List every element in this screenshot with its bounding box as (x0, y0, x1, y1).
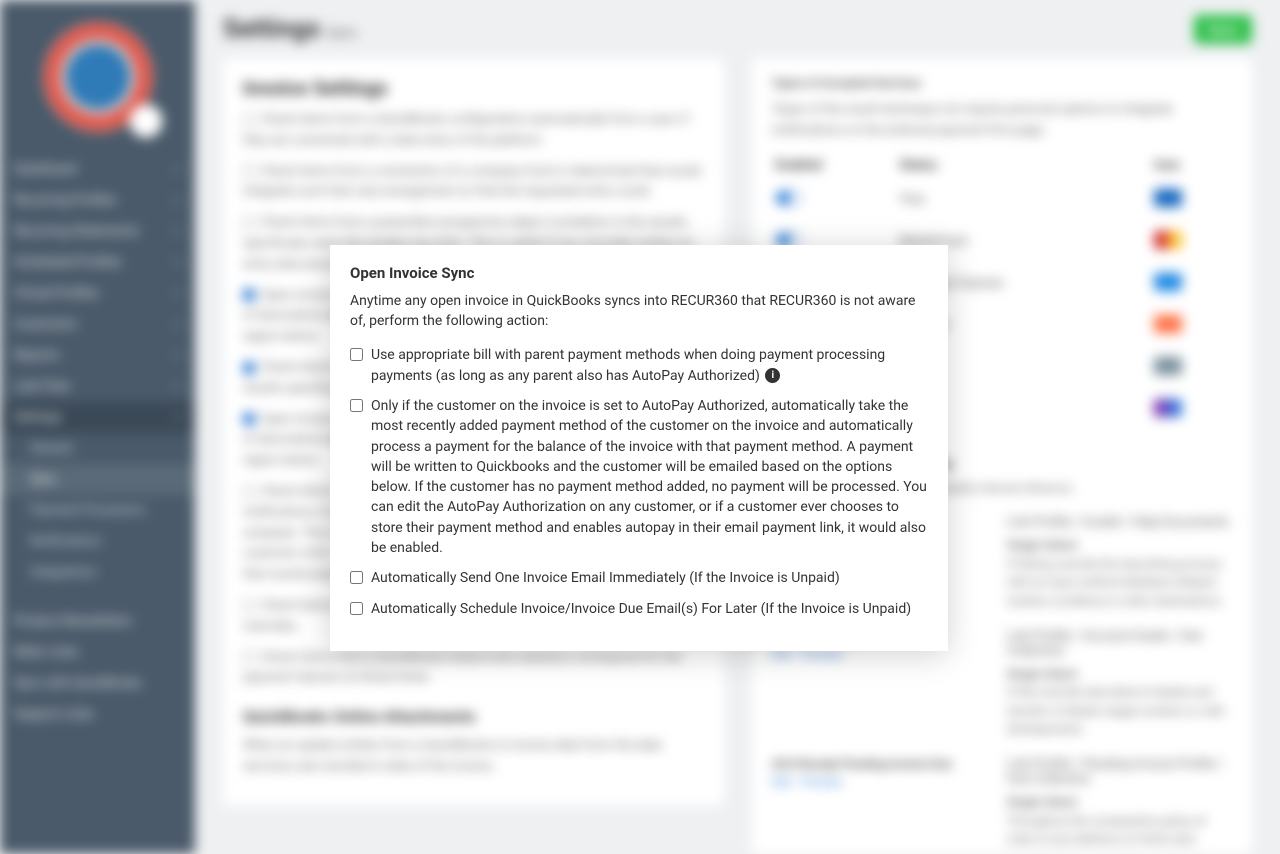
card-badge-icon (1154, 189, 1182, 207)
toggle-switch[interactable] (776, 191, 802, 205)
qb-attachments-title: QuickBooks Online Attachments (243, 707, 704, 726)
open-invoice-sync-modal: Open Invoice Sync Anytime any open invoi… (330, 245, 948, 651)
nav-dashboard[interactable]: Dashboard▸ (0, 154, 195, 185)
checkbox-icon[interactable] (243, 114, 255, 126)
checkbox-autopay[interactable] (350, 399, 363, 412)
info-icon[interactable]: i (765, 368, 780, 383)
checkbox-parent-payment[interactable] (350, 348, 363, 361)
nav-product-newsletters[interactable]: Product Newsletters (0, 606, 195, 637)
nav-settings-sync[interactable]: Sync (0, 464, 195, 495)
save-button[interactable]: Save (1194, 15, 1252, 44)
checkbox-icon[interactable] (243, 651, 255, 663)
nav-settings[interactable]: Settings▾ (0, 402, 195, 433)
nav-scheduled-profiles[interactable]: Scheduled Profiles▸ (0, 247, 195, 278)
checkbox-icon[interactable] (243, 165, 255, 177)
checkbox-icon[interactable] (243, 486, 255, 498)
modal-title: Open Invoice Sync (350, 263, 928, 285)
option-parent-payment-methods: Use appropriate bill with parent payment… (350, 345, 928, 386)
option-send-immediately: Automatically Send One Invoice Email Imm… (350, 568, 928, 588)
checkbox-send-immediately[interactable] (350, 571, 363, 584)
edit-link[interactable]: Edit (772, 775, 792, 789)
nav-refer-links[interactable]: Refer Links (0, 637, 195, 668)
label-autopay: Only if the customer on the invoice is s… (371, 396, 928, 558)
label-send-immediately: Automatically Send One Invoice Email Imm… (371, 568, 928, 588)
checkbox-icon[interactable] (243, 289, 255, 301)
nav-settings-integrations[interactable]: Integrations (0, 557, 195, 588)
checkbox-icon[interactable] (243, 217, 255, 229)
logo-wrap (0, 10, 195, 154)
sidebar: Dashboard▸ Recurring Profiles▸ Recurring… (0, 0, 195, 854)
main-header: Settings Sync Save (223, 14, 1252, 44)
card-badge-icon (1154, 399, 1182, 417)
nav-settings-notifications[interactable]: Notifications (0, 526, 195, 557)
card-badge-icon (1154, 273, 1182, 291)
nav-settings-payment-processors[interactable]: Payment Processors (0, 495, 195, 526)
nav-late-fees[interactable]: Late Fees▸ (0, 371, 195, 402)
app-logo (43, 22, 153, 132)
nav-settings-general[interactable]: General (0, 433, 195, 464)
page-title: Settings Sync (223, 14, 358, 44)
checkbox-icon[interactable] (243, 600, 255, 612)
nav-reports[interactable]: Reports▸ (0, 340, 195, 371)
option-autopay-authorized: Only if the customer on the invoice is s… (350, 396, 928, 558)
card-badge-icon (1154, 357, 1182, 375)
nav-sync-quickbooks[interactable]: Sync with QuickBooks (0, 668, 195, 699)
nav-customers[interactable]: Customers▸ (0, 309, 195, 340)
checkbox-icon[interactable] (243, 362, 255, 374)
invoice-settings-title: Invoice Settings (243, 76, 704, 100)
nav-recurring-statements[interactable]: Recurring Statements▸ (0, 216, 195, 247)
table-row: Visa (772, 179, 1233, 221)
card-badge-icon (1154, 231, 1182, 249)
nav-virtual-profiles[interactable]: Virtual Profiles▸ (0, 278, 195, 309)
nav-support-links[interactable]: Support Links (0, 699, 195, 730)
modal-lead: Anytime any open invoice in QuickBooks s… (350, 291, 928, 332)
option-schedule-later: Automatically Schedule Invoice/Invoice D… (350, 599, 928, 619)
card-badge-icon (1154, 315, 1182, 333)
checkbox-icon[interactable] (243, 413, 255, 425)
label-parent-payment: Use appropriate bill with parent payment… (371, 345, 928, 386)
checkbox-schedule-later[interactable] (350, 602, 363, 615)
label-schedule-later: Automatically Schedule Invoice/Invoice D… (371, 599, 928, 619)
nav-list: Dashboard▸ Recurring Profiles▸ Recurring… (0, 154, 195, 730)
preview-link[interactable]: Preview (801, 775, 843, 789)
nav-recurring-profiles[interactable]: Recurring Profiles▸ (0, 185, 195, 216)
